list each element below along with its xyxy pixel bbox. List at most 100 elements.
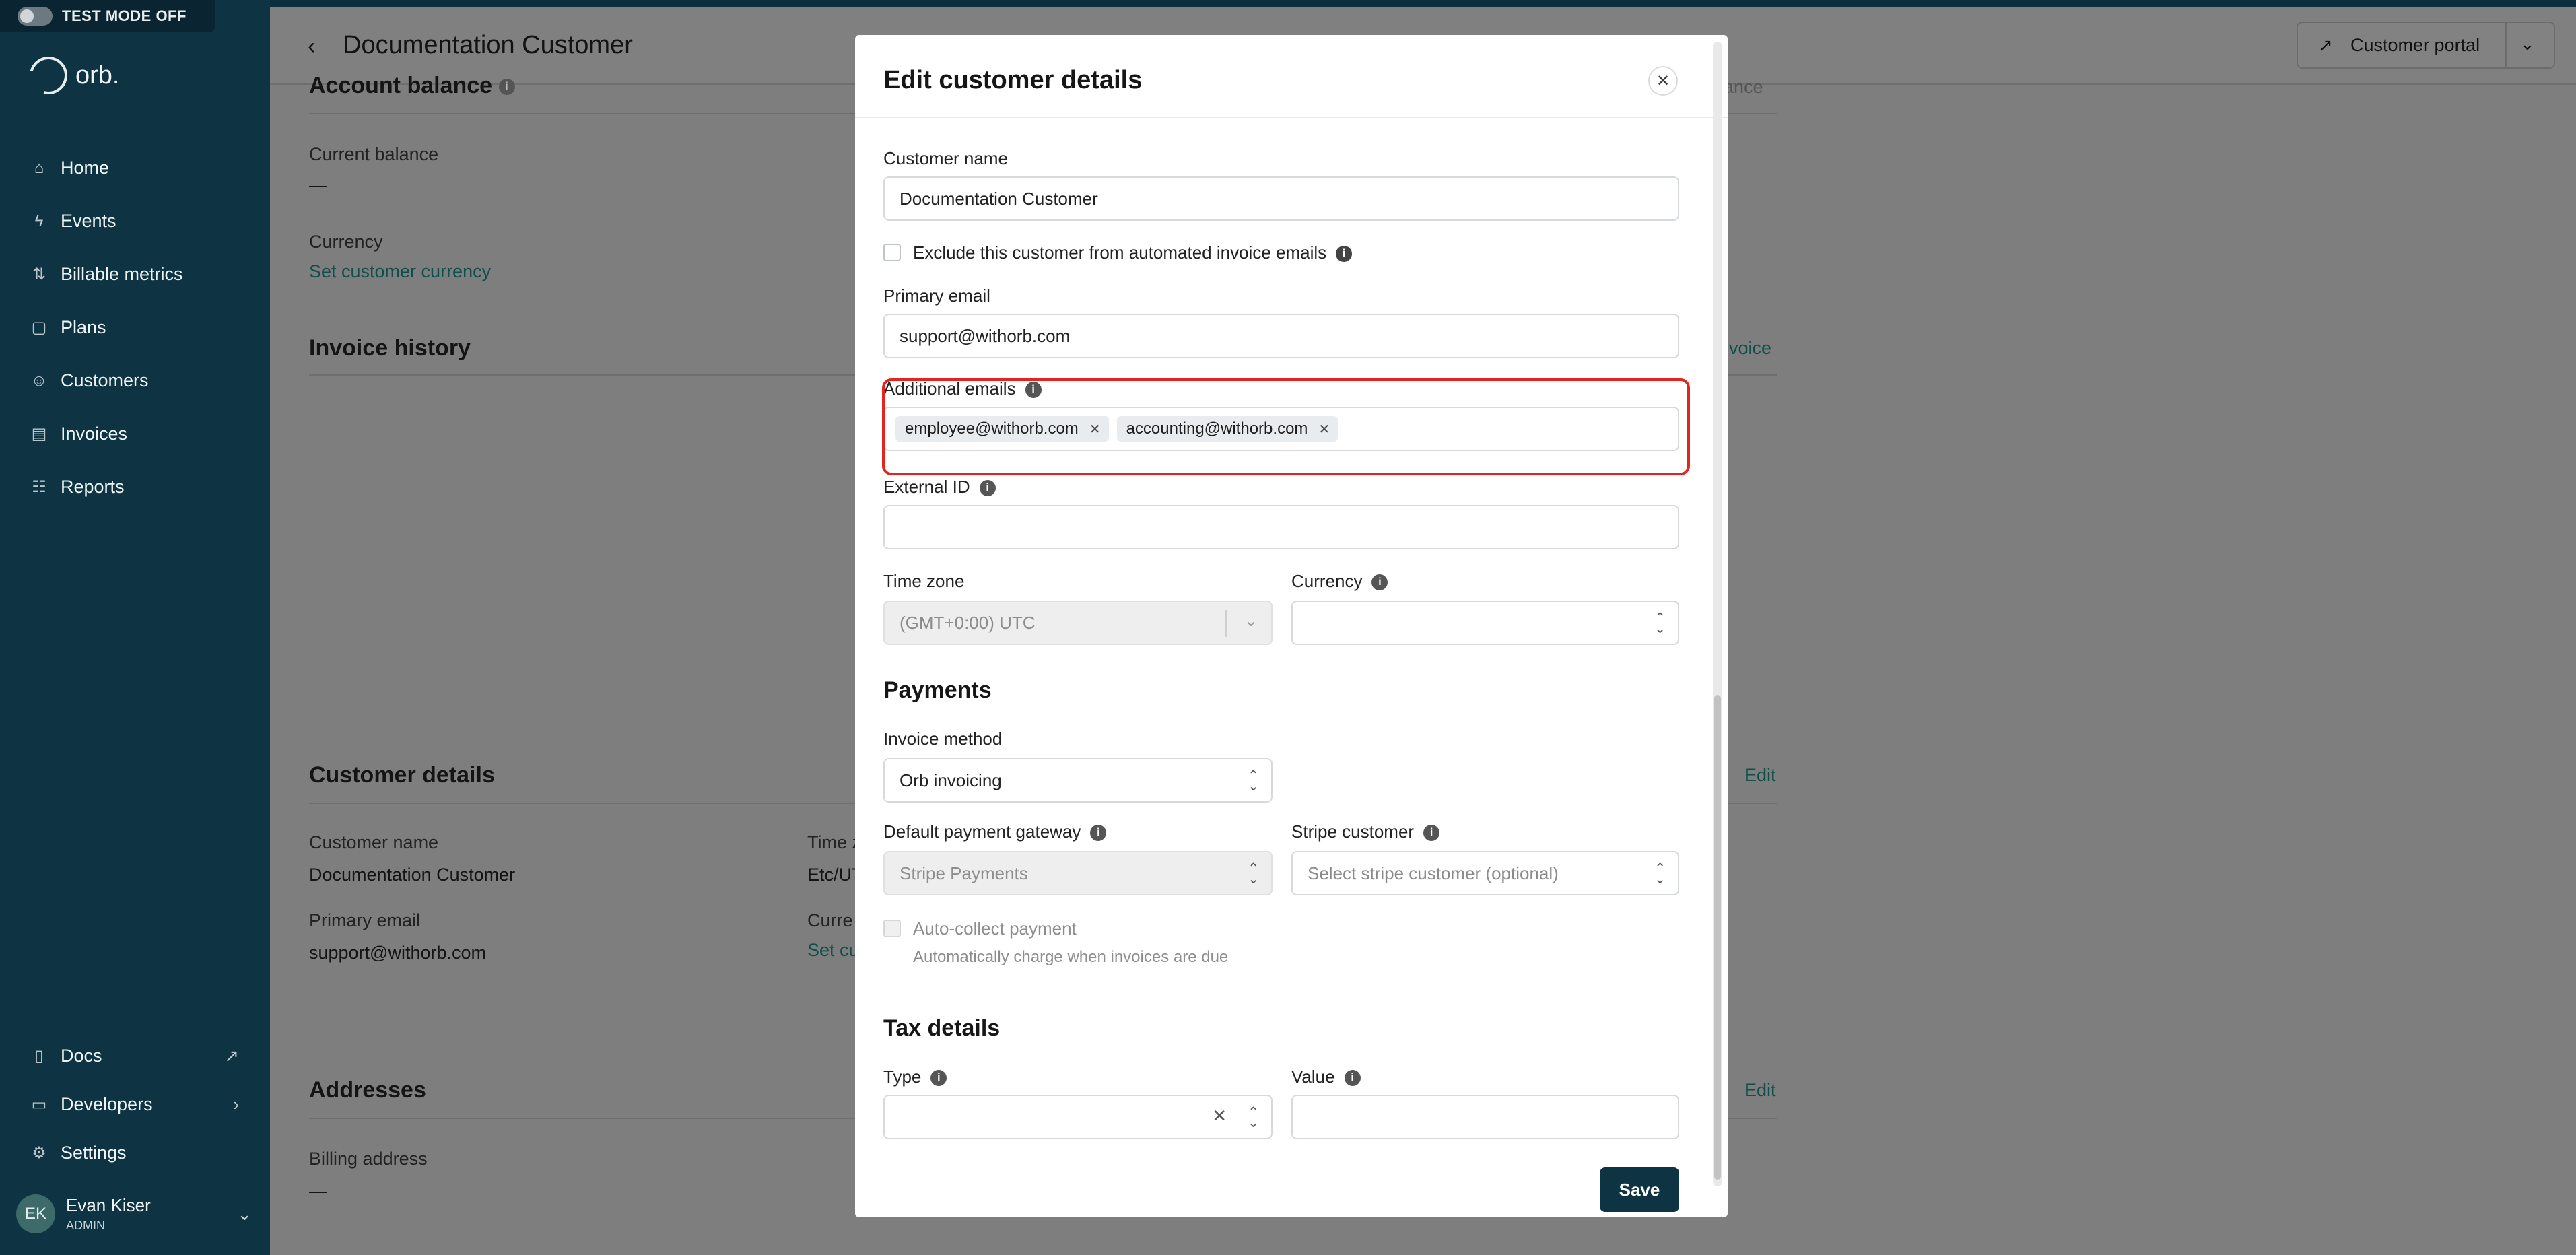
lightning-icon: ϟ — [34, 211, 44, 230]
external-link-icon: ↗ — [2318, 34, 2333, 55]
additional-emails-highlight — [882, 378, 1690, 475]
sidebar-item-label: Plans — [61, 317, 106, 337]
stripe-customer-label: Stripe customer i — [1291, 821, 1440, 842]
payment-gateway-text: Default payment gateway — [883, 821, 1081, 842]
external-id-input[interactable] — [883, 505, 1679, 549]
info-icon[interactable]: i — [979, 480, 996, 497]
payment-gateway-select[interactable]: Stripe Payments ⌃ ⌄ — [883, 851, 1273, 895]
tax-value-label: Value i — [1291, 1066, 1361, 1087]
updown-arrows-icon: ⌃ ⌄ — [1248, 768, 1259, 794]
tax-value-input[interactable] — [1291, 1095, 1679, 1139]
docs-icon: ▯ — [34, 1046, 44, 1065]
info-icon[interactable]: i — [1423, 825, 1440, 842]
back-arrow-icon[interactable]: ‹ — [308, 34, 315, 60]
customer-name-label: Customer name — [309, 832, 439, 852]
payment-gateway-label: Default payment gateway i — [883, 821, 1107, 842]
billing-address-label: Billing address — [309, 1149, 428, 1169]
page-title: Documentation Customer — [343, 31, 633, 59]
sidebar-item-reports[interactable]: ☷ Reports — [0, 461, 270, 514]
timezone-label: Time zone — [883, 571, 965, 591]
user-menu[interactable]: EK Evan Kiser ADMIN ⌄ — [16, 1193, 252, 1235]
chevron-down-icon[interactable]: ⌄ — [237, 1204, 252, 1225]
chevron-down-icon[interactable]: ⌄ — [2520, 34, 2535, 55]
stripe-customer-text: Stripe customer — [1291, 821, 1415, 842]
toggle-switch-icon[interactable] — [18, 7, 53, 26]
customer-name-input[interactable]: Documentation Customer — [883, 176, 1679, 221]
sidebar-item-label: Settings — [61, 1142, 127, 1163]
sidebar-item-events[interactable]: ϟ Events — [0, 195, 270, 248]
sidebar-item-docs[interactable]: ▯ Docs ↗ — [0, 1031, 270, 1080]
sidebar-item-customers[interactable]: ☺ Customers — [0, 354, 270, 407]
tax-type-text: Type — [883, 1066, 922, 1087]
primary-email-value: support@withorb.com — [309, 943, 487, 963]
exclude-emails-text: Exclude this customer from automated inv… — [913, 242, 1327, 263]
timezone-select[interactable]: (GMT+0:00) UTC ⌄ — [883, 601, 1273, 645]
edit-customer-modal: Edit customer details ✕ Customer name Do… — [855, 35, 1728, 1217]
currency-label: Curre — [807, 910, 853, 930]
stripe-customer-select[interactable]: Select stripe customer (optional) ⌃ ⌄ — [1291, 851, 1679, 895]
info-icon[interactable]: i — [930, 1070, 947, 1087]
test-mode-toggle[interactable]: TEST MODE OFF — [0, 0, 215, 32]
sidebar-item-developers[interactable]: ▭ Developers › — [0, 1080, 270, 1128]
edit-customer-details-link[interactable]: Edit — [1744, 765, 1776, 786]
sidebar-nav: ⌂ Home ϟ Events ⇅ Billable metrics ▢ Pla… — [0, 141, 270, 514]
account-balance-title: Account balance — [309, 73, 493, 98]
folder-icon: ▭ — [31, 1095, 47, 1114]
updown-arrows-icon: ⌃ ⌄ — [1248, 861, 1259, 887]
info-icon[interactable]: i — [1336, 246, 1353, 263]
current-balance-label: Current balance — [309, 144, 439, 164]
customer-name-value: Documentation Customer — [309, 864, 516, 885]
updown-arrows-icon: ⌃ ⌄ — [1248, 1105, 1259, 1130]
sidebar-item-label: Billable metrics — [61, 264, 183, 284]
divider — [2505, 23, 2507, 67]
orb-logo[interactable]: orb. — [22, 49, 120, 102]
updown-arrows-icon: ⌃ ⌄ — [1654, 861, 1666, 887]
sidebar-item-invoices[interactable]: ▤ Invoices — [0, 407, 270, 461]
timezone-value: (GMT+0:00) UTC — [900, 612, 1036, 633]
top-strip — [0, 0, 2576, 7]
test-mode-label: TEST MODE OFF — [62, 7, 187, 24]
invoice-history-heading: Invoice history — [309, 335, 471, 361]
exclude-emails-checkbox[interactable] — [883, 244, 901, 261]
primary-email-input[interactable]: support@withorb.com — [883, 314, 1679, 358]
payments-heading: Payments — [883, 677, 992, 703]
clear-icon[interactable]: ✕ — [1212, 1106, 1227, 1126]
save-button[interactable]: Save — [1600, 1167, 1679, 1212]
table-icon: ☷ — [32, 478, 46, 496]
tax-type-label: Type i — [883, 1066, 947, 1087]
sidebar-item-settings[interactable]: ⚙ Settings — [0, 1128, 270, 1177]
invoice-icon: ▤ — [31, 425, 47, 443]
auto-collect-label: Auto-collect payment — [913, 918, 1077, 939]
sidebar-item-label: Developers — [61, 1093, 153, 1114]
currency-select[interactable]: ⌃ ⌄ — [1291, 601, 1679, 645]
auto-collect-help: Automatically charge when invoices are d… — [913, 948, 1229, 966]
set-currency-link[interactable]: Set customer currency — [309, 261, 491, 282]
tax-type-select[interactable]: ✕ ⌃ ⌄ — [883, 1095, 1273, 1139]
invoice-method-select[interactable]: Orb invoicing ⌃ ⌄ — [883, 758, 1273, 803]
scrollbar-thumb[interactable] — [1714, 695, 1721, 1180]
customer-details-heading: Customer details — [309, 762, 495, 788]
sidebar-item-home[interactable]: ⌂ Home — [0, 141, 270, 195]
info-icon[interactable]: i — [1344, 1070, 1361, 1087]
divider — [1225, 610, 1227, 637]
plans-icon: ▢ — [31, 318, 47, 337]
customer-name-value: Documentation Customer — [900, 188, 1098, 209]
timezone-label: Time z — [807, 832, 861, 852]
info-icon[interactable]: i — [1090, 825, 1107, 842]
chevron-right-icon: › — [233, 1093, 239, 1114]
updown-arrows-icon: ⌃ ⌄ — [1654, 611, 1666, 636]
customer-portal-button[interactable]: ↗ Customer portal ⌄ — [2297, 22, 2555, 69]
brand-name: orb. — [75, 61, 120, 90]
sidebar-item-billable-metrics[interactable]: ⇅ Billable metrics — [0, 248, 270, 301]
modal-title: Edit customer details — [883, 66, 1143, 94]
stripe-customer-placeholder: Select stripe customer (optional) — [1308, 862, 1559, 883]
auto-collect-checkbox[interactable] — [883, 920, 901, 937]
sidebar-bottom-nav: ▯ Docs ↗ ▭ Developers › ⚙ Settings — [0, 1031, 270, 1177]
close-icon[interactable]: ✕ — [1648, 66, 1678, 96]
edit-addresses-link[interactable]: Edit — [1744, 1080, 1776, 1101]
set-currency-link[interactable]: Set cu — [807, 940, 859, 961]
avatar: EK — [16, 1194, 55, 1233]
sidebar-item-plans[interactable]: ▢ Plans — [0, 301, 270, 354]
info-icon[interactable]: i — [1371, 574, 1388, 591]
currency-label: Currency i — [1291, 571, 1388, 592]
